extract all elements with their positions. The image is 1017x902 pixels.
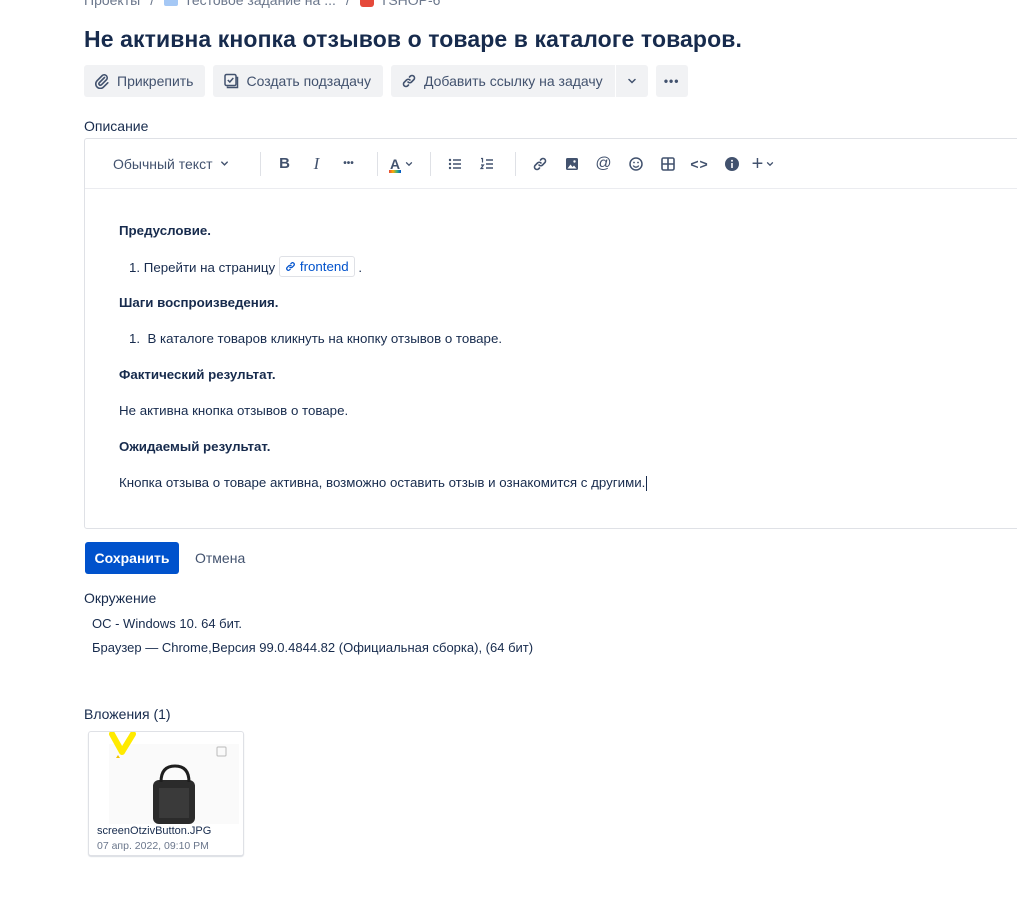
- environment-os: ОС - Windows 10. 64 бит.: [92, 616, 242, 631]
- steps-heading: Шаги воспроизведения.: [119, 295, 279, 310]
- bullet-list-button[interactable]: [441, 150, 469, 178]
- breadcrumb-project-label: Тестовое задание на ...: [184, 0, 336, 8]
- bullet-list-icon: [448, 158, 461, 169]
- chevron-down-icon: [405, 161, 413, 166]
- list-number: 1.: [129, 331, 141, 346]
- link-icon: [286, 262, 295, 271]
- actual-result-heading: Фактический результат.: [119, 367, 276, 382]
- insert-image-button[interactable]: [558, 150, 586, 178]
- add-issue-link-button[interactable]: Добавить ссылку на задачу: [390, 65, 615, 97]
- chevron-down-icon: [767, 161, 774, 166]
- attach-button[interactable]: Прикрепить: [84, 65, 206, 97]
- list-number: 1.: [129, 260, 141, 275]
- description-editor[interactable]: Обычный текст B I ••• A @ <> + Предуслов…: [84, 138, 1017, 529]
- expected-result-text: Кнопка отзыва о товаре активна, возможно…: [119, 475, 646, 490]
- color-bar: [389, 169, 402, 173]
- bold-button[interactable]: B: [271, 150, 299, 178]
- list-item-text: Перейти на страницу: [143, 260, 276, 275]
- chevron-down-icon: [220, 161, 228, 166]
- toolbar-divider: [429, 151, 431, 176]
- project-icon: [164, 0, 179, 6]
- text-cursor: [646, 475, 648, 491]
- save-button[interactable]: Сохранить: [85, 542, 179, 574]
- create-subtask-label: Создать подзадачу: [246, 73, 371, 89]
- environment-label: Окружение: [84, 590, 157, 606]
- text-style-label: Обычный текст: [113, 155, 213, 172]
- link-options-dropdown[interactable]: [615, 65, 648, 97]
- breadcrumb-issue-key: TSHOP-6: [379, 0, 441, 8]
- editor-toolbar: Обычный текст B I ••• A @ <> +: [85, 139, 1017, 189]
- toolbar-divider: [514, 151, 516, 176]
- more-formatting-button[interactable]: •••: [335, 150, 363, 178]
- paperclip-icon: [94, 74, 109, 89]
- attachment-thumbnail: [109, 744, 239, 824]
- cancel-button[interactable]: Отмена: [189, 542, 251, 574]
- attachment-card[interactable]: screenOtzivButton.JPG 07 апр. 2022, 09:1…: [88, 731, 244, 856]
- info-icon: [724, 156, 739, 171]
- insert-more-button[interactable]: +: [750, 150, 778, 178]
- link-issue-split-button: Добавить ссылку на задачу: [390, 65, 648, 97]
- more-actions-button[interactable]: •••: [655, 65, 688, 97]
- subtask-icon: [224, 73, 239, 89]
- toolbar-divider: [259, 151, 261, 176]
- breadcrumb: Проекты / Тестовое задание на ... / TSHO…: [84, 0, 440, 9]
- actual-result-text: Не активна кнопка отзывов о товаре.: [119, 403, 349, 418]
- table-icon: [660, 156, 675, 171]
- chevron-down-icon: [627, 78, 636, 84]
- more-icon: •••: [343, 158, 354, 169]
- page-title[interactable]: Не активна кнопка отзывов о товаре в кат…: [84, 26, 742, 53]
- italic-icon: I: [313, 153, 320, 173]
- list-item-tail: .: [358, 260, 363, 275]
- thumbnail-image: [109, 744, 239, 824]
- environment-browser: Браузер — Chrome,Версия 99.0.4844.82 (Оф…: [92, 640, 534, 655]
- code-icon: <>: [690, 155, 709, 172]
- smart-link-label: frontend: [299, 259, 349, 274]
- yellow-annotation-mark: [109, 732, 136, 755]
- create-subtask-button[interactable]: Создать подзадачу: [213, 65, 383, 97]
- code-block-button[interactable]: <>: [686, 150, 714, 178]
- breadcrumb-project[interactable]: Тестовое задание на ...: [164, 0, 336, 8]
- breadcrumb-issue[interactable]: TSHOP-6: [359, 0, 441, 8]
- image-icon: [565, 157, 578, 170]
- insert-table-button[interactable]: [654, 150, 682, 178]
- text-color-icon: A: [389, 156, 402, 173]
- bug-icon: [359, 0, 374, 7]
- attachment-date: 07 апр. 2022, 09:10 PM: [97, 840, 209, 852]
- expected-result-heading: Ожидаемый результат.: [119, 439, 271, 454]
- mention-button[interactable]: @: [590, 150, 618, 178]
- attach-button-label: Прикрепить: [117, 73, 194, 89]
- numbered-list-button[interactable]: [473, 150, 501, 178]
- bold-icon: B: [279, 155, 290, 172]
- more-icon: •••: [663, 74, 680, 88]
- insert-link-button[interactable]: [526, 150, 554, 178]
- text-style-dropdown[interactable]: Обычный текст: [105, 150, 238, 178]
- description-label: Описание: [84, 118, 149, 134]
- link-icon: [533, 157, 546, 170]
- attachment-filename: screenOtzivButton.JPG: [97, 825, 212, 837]
- frontend-smart-link[interactable]: frontend: [278, 256, 355, 277]
- precondition-heading: Предусловие.: [119, 223, 211, 238]
- breadcrumb-projects[interactable]: Проекты: [84, 0, 140, 8]
- numbered-list-icon: [479, 157, 493, 169]
- plus-icon: +: [751, 152, 764, 175]
- text-color-button[interactable]: A: [388, 150, 416, 178]
- toolbar-divider: [376, 151, 378, 176]
- add-issue-link-label: Добавить ссылку на задачу: [423, 73, 603, 89]
- link-icon: [402, 74, 416, 88]
- steps-list-item: 1. В каталоге товаров кликнуть на кнопку…: [129, 331, 502, 346]
- issue-actions-toolbar: Прикрепить Создать подзадачу Добавить сс…: [84, 65, 688, 97]
- precondition-list-item: 1. Перейти на страницу frontend .: [129, 256, 362, 277]
- breadcrumb-separator: /: [150, 0, 155, 8]
- attachments-label: Вложения (1): [84, 706, 171, 722]
- emoji-icon: [628, 156, 643, 171]
- expected-result-paragraph: Кнопка отзыва о товаре активна, возможно…: [119, 475, 648, 491]
- emoji-button[interactable]: [622, 150, 650, 178]
- list-item-text: В каталоге товаров кликнуть на кнопку от…: [147, 331, 503, 346]
- info-panel-button[interactable]: [718, 150, 746, 178]
- mention-icon: @: [595, 154, 612, 172]
- breadcrumb-separator: /: [345, 0, 350, 8]
- italic-button[interactable]: I: [303, 150, 331, 178]
